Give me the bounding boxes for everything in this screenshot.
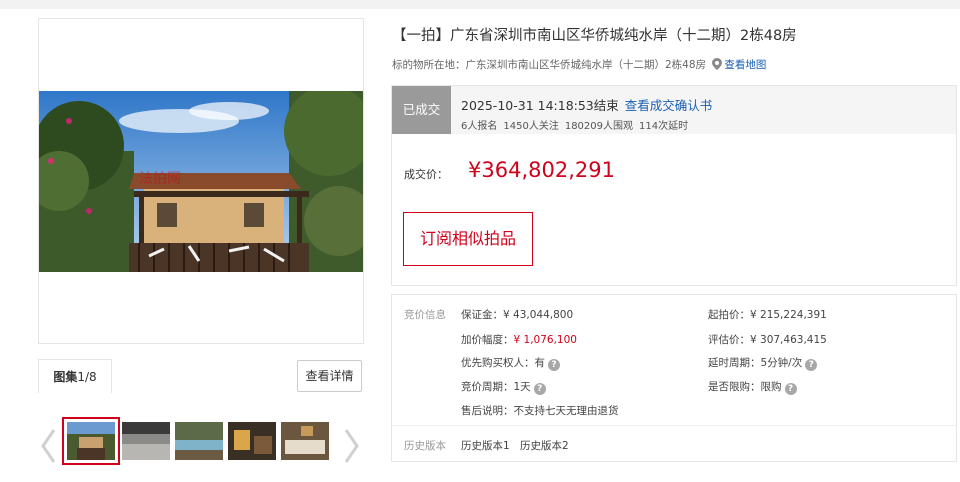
thumbnail-4[interactable] — [228, 422, 276, 460]
delay-row: 延时周期：5分钟/次? — [708, 355, 818, 371]
svg-text:法拍网: 法拍网 — [139, 171, 181, 187]
status-badge: 已成交 — [392, 86, 451, 134]
auction-title: 【一拍】广东省深圳市南山区华侨城纯水岸（十二期）2栋48房 — [392, 28, 797, 44]
delay-cycle: 延时周期：5分钟/次 — [708, 357, 803, 369]
view-details-button[interactable]: 查看详情 — [297, 360, 362, 392]
thumbnail-2[interactable] — [122, 422, 170, 460]
status-card: 已成交 2025-10-31 14:18:53结束 查看成交确认书 6人报名 145… — [391, 85, 957, 286]
thumbnail-strip — [38, 416, 364, 476]
help-icon[interactable]: ? — [805, 359, 818, 371]
bid-info-card: 竞价信息 保证金：¥ 43,044,800 加价幅度：¥ 1,076,100 优… — [391, 294, 957, 462]
start-price: 起拍价：¥ 215,224,391 — [708, 309, 827, 321]
thumbnail-3[interactable] — [175, 422, 223, 460]
help-icon[interactable]: ? — [784, 383, 797, 395]
help-icon[interactable]: ? — [548, 359, 560, 371]
divider — [392, 425, 956, 426]
thumbnail-5[interactable] — [281, 422, 329, 460]
increment-row: 加价幅度：¥ 1,076,100 — [461, 332, 577, 347]
increment-label: 加价幅度： — [461, 334, 514, 346]
history-version-1[interactable]: 历史版本1 — [461, 438, 510, 453]
deal-price-label: 成交价： — [404, 168, 448, 181]
view-certificate-link[interactable]: 查看成交确认书 — [625, 98, 713, 113]
end-time: 2025-10-31 14:18:53结束 — [461, 98, 619, 113]
appraisal-price: 评估价：¥ 307,463,415 — [708, 334, 827, 346]
history-version-2[interactable]: 历史版本2 — [520, 438, 569, 453]
priority-row: 优先购买权人：有? — [461, 355, 560, 371]
history-label: 历史版本 — [404, 440, 446, 452]
stat-delays: 114次延时 — [639, 121, 689, 132]
stat-registrations: 6人报名 — [461, 121, 498, 132]
status-header: 已成交 2025-10-31 14:18:53结束 查看成交确认书 6人报名 145… — [392, 86, 956, 134]
next-arrow-icon[interactable] — [340, 426, 362, 466]
priority-buyer: 优先购买权人：有 — [461, 357, 545, 369]
limit-row: 是否限购：限购? — [708, 379, 797, 395]
deposit: 保证金：¥ 43,044,800 — [461, 309, 574, 321]
deal-price: ¥364,802,291 — [468, 158, 615, 182]
location-line: 标的物所在地：广东深圳市南山区华侨城纯水岸（十二期）2栋48房 查看地图 — [392, 57, 766, 73]
prev-arrow-icon[interactable] — [38, 426, 60, 466]
bid-cycle: 竞价周期：1天 — [461, 381, 531, 393]
top-bar — [0, 0, 960, 9]
location-value: 广东深圳市南山区华侨城纯水岸（十二期）2栋48房 — [465, 59, 707, 71]
gallery-counter: 图集1/8 — [38, 359, 112, 393]
stat-views: 180209人围观 — [564, 121, 634, 132]
main-photo[interactable]: 法拍网 — [39, 91, 363, 272]
view-map-link[interactable]: 查看地图 — [724, 59, 766, 71]
gallery-counter-label: 图集 — [53, 370, 78, 384]
location-label: 标的物所在地： — [392, 59, 466, 71]
end-time-line: 2025-10-31 14:18:53结束 查看成交确认书 — [461, 95, 712, 114]
thumbnail-1[interactable] — [62, 417, 120, 465]
cycle-row: 竞价周期：1天? — [461, 379, 546, 395]
after-sale: 售后说明：不支持七天无理由退货 — [461, 405, 619, 417]
main-image-frame[interactable]: 法拍网 — [38, 18, 364, 344]
stat-followers: 1450人关注 — [503, 121, 559, 132]
map-pin-icon — [712, 58, 723, 73]
subscribe-similar-button[interactable]: 订阅相似拍品 — [403, 212, 533, 266]
auction-stats: 6人报名 1450人关注 180209人围观 114次延时 — [461, 117, 694, 132]
increment-value: ¥ 1,076,100 — [513, 334, 577, 346]
bid-info-label: 竞价信息 — [404, 309, 446, 321]
gallery-counter-value: 1/8 — [77, 370, 97, 384]
purchase-limit: 是否限购：限购 — [708, 381, 782, 393]
help-icon[interactable]: ? — [533, 383, 546, 395]
